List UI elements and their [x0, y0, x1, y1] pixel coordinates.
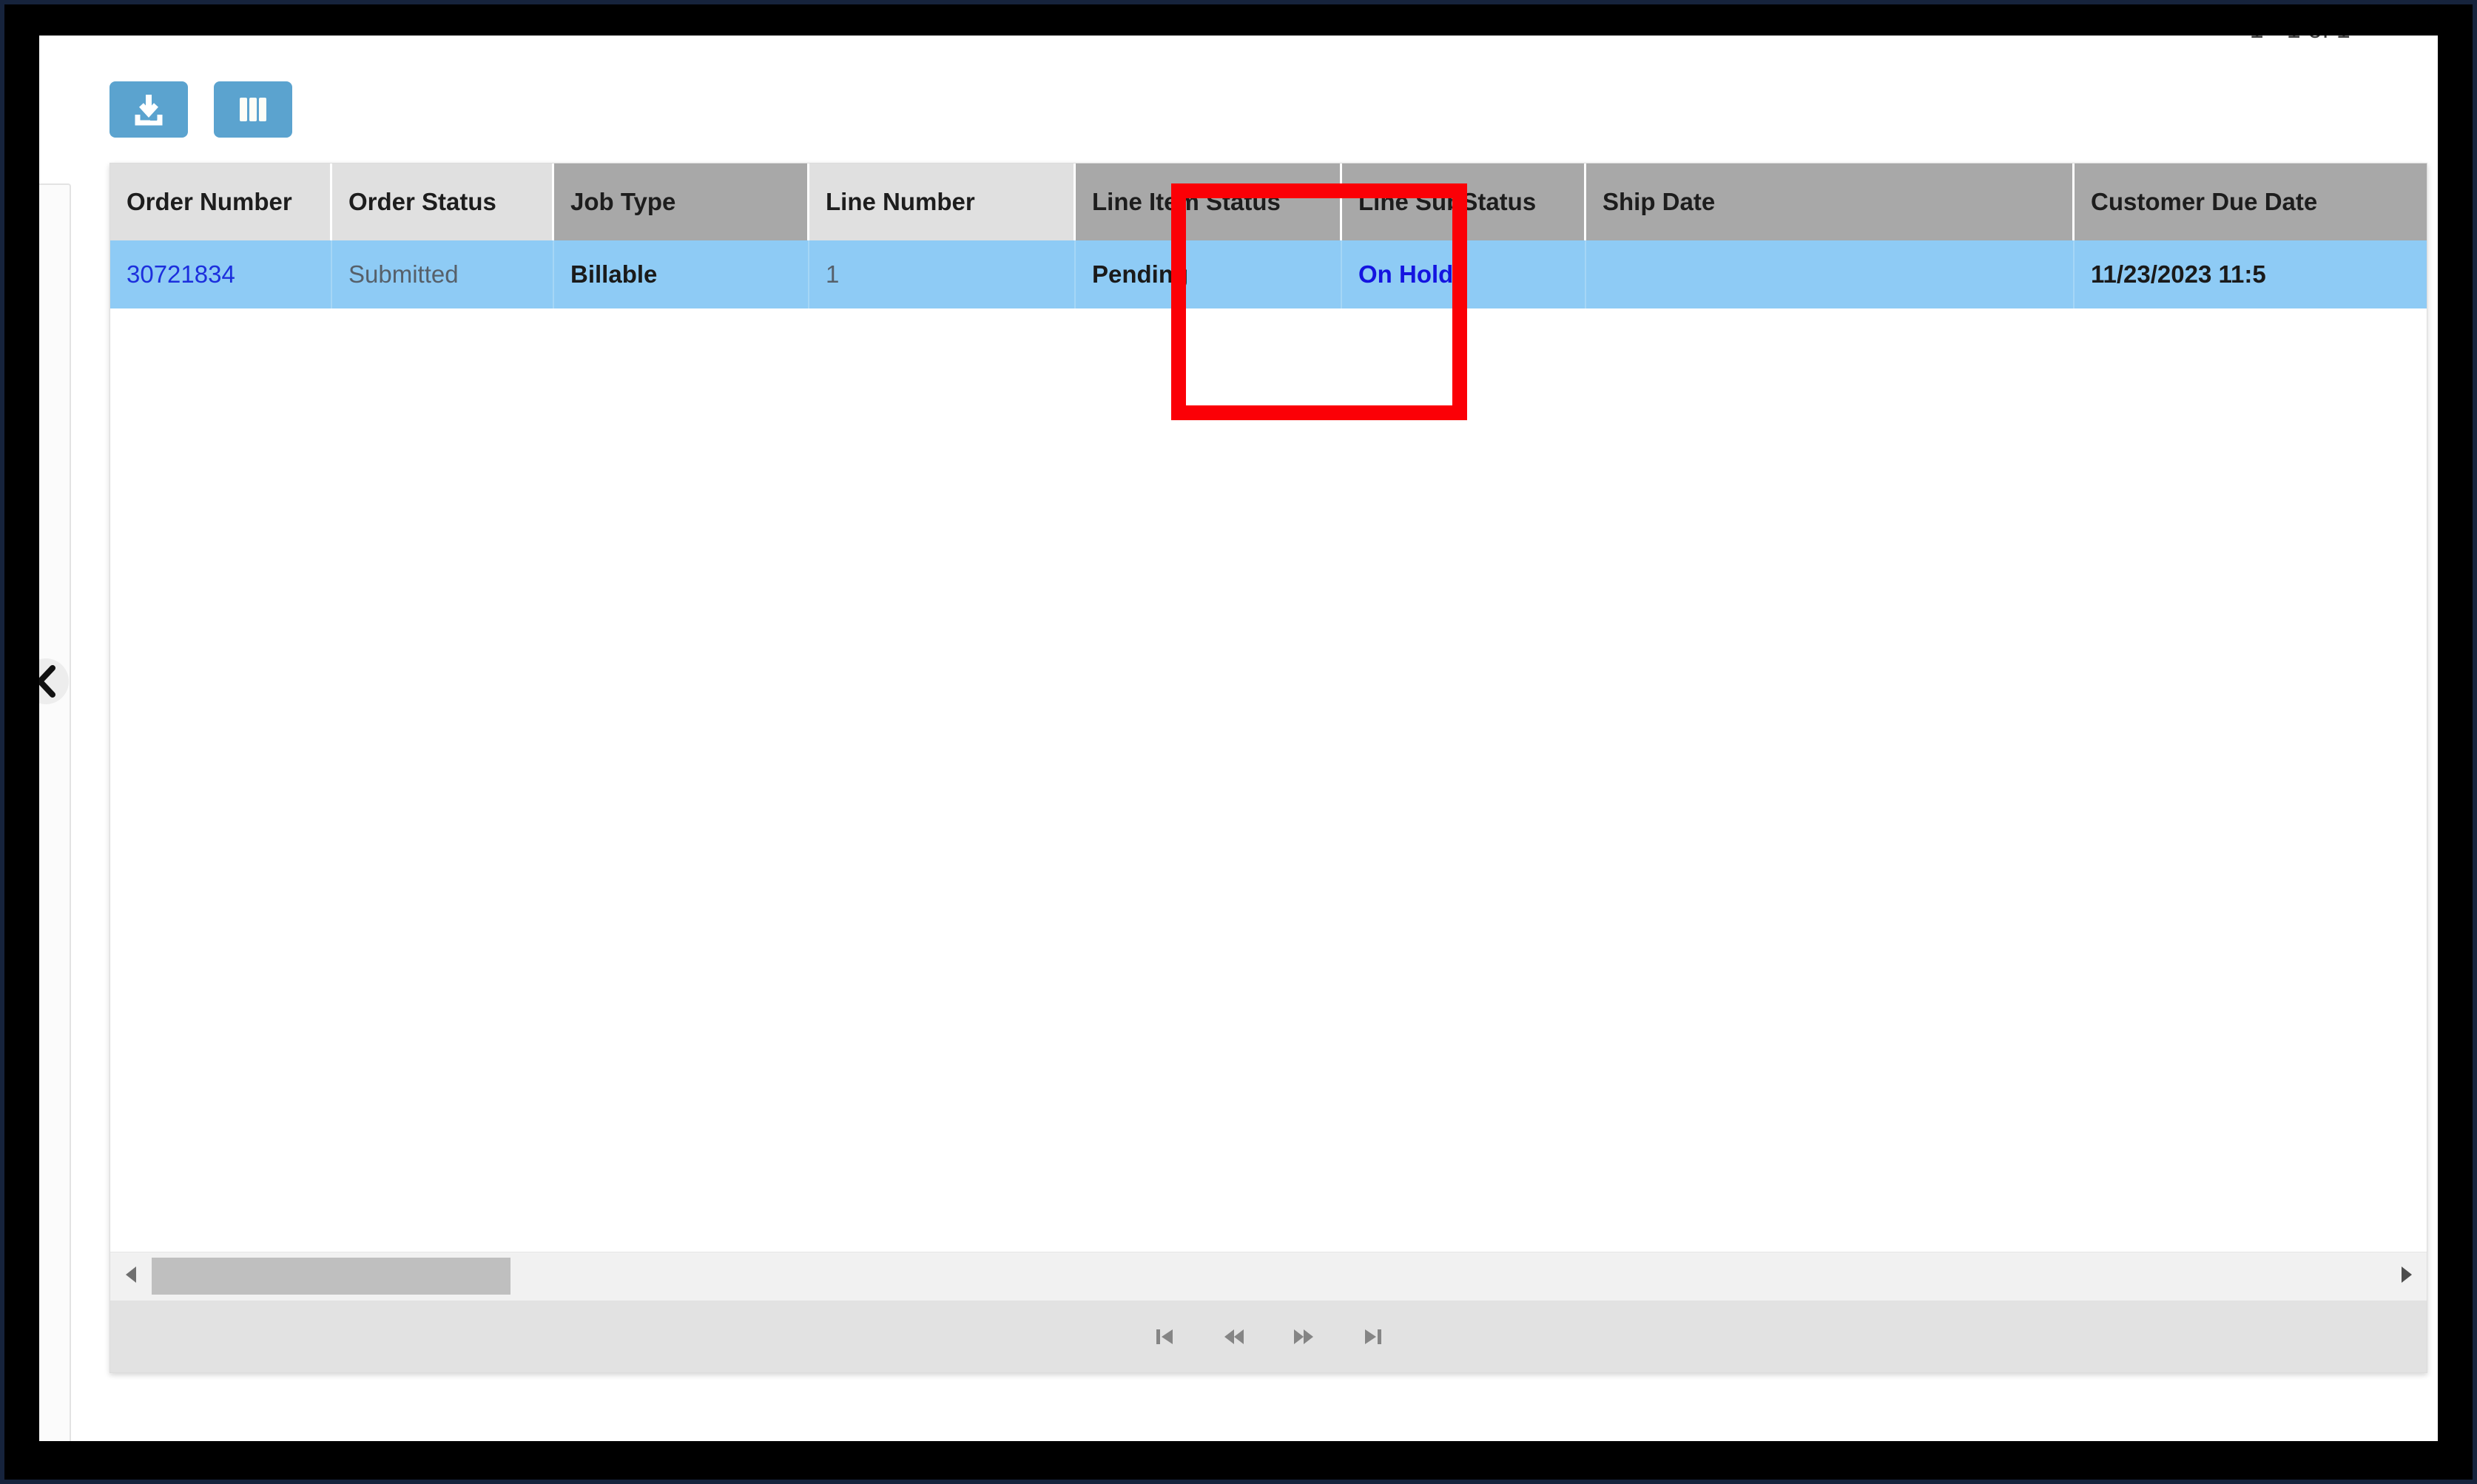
- cell-job-type: Billable: [554, 240, 809, 308]
- column-header-customer-due-date[interactable]: Customer Due Date: [2075, 163, 2427, 240]
- sidebar-collapse-button[interactable]: [39, 658, 69, 704]
- cell-customer-due-date: 11/23/2023 11:5: [2075, 240, 2427, 308]
- scrollbar-thumb[interactable]: [152, 1257, 510, 1295]
- column-header-ship-date[interactable]: Ship Date: [1586, 163, 2075, 240]
- column-header-line-number[interactable]: Line Number: [809, 163, 1076, 240]
- grid-body: 30721834 Submitted Billable 1 Pending On…: [110, 240, 2427, 1247]
- cell-order-number[interactable]: 30721834: [110, 240, 332, 308]
- scrollbar-track[interactable]: [152, 1252, 2385, 1301]
- skip-to-end-icon: [1361, 1326, 1385, 1348]
- last-page-button[interactable]: [1357, 1321, 1389, 1353]
- column-header-job-type[interactable]: Job Type: [554, 163, 809, 240]
- scroll-right-button[interactable]: [2385, 1252, 2427, 1301]
- download-icon: [132, 92, 166, 127]
- skip-to-start-icon: [1153, 1326, 1176, 1348]
- triangle-left-icon: [123, 1265, 139, 1288]
- column-header-order-status[interactable]: Order Status: [332, 163, 554, 240]
- grid-header-row: Order Number Order Status Job Type Line …: [110, 163, 2427, 240]
- column-header-order-number[interactable]: Order Number: [110, 163, 332, 240]
- sidebar-collapsed-strip: [39, 183, 71, 1441]
- app-viewport: 1 - 1 of 1: [39, 36, 2438, 1441]
- fast-forward-icon: [1292, 1326, 1315, 1348]
- cell-order-status: Submitted: [332, 240, 554, 308]
- first-page-button[interactable]: [1148, 1321, 1181, 1353]
- chevron-left-icon: [39, 665, 57, 698]
- cell-line-number: 1: [809, 240, 1076, 308]
- grid-toolbar: [109, 81, 292, 138]
- table-row[interactable]: 30721834 Submitted Billable 1 Pending On…: [110, 240, 2427, 308]
- pagination-bar: [110, 1301, 2427, 1372]
- cell-line-substatus[interactable]: On Hold: [1342, 240, 1586, 308]
- previous-page-button[interactable]: [1218, 1321, 1250, 1353]
- screenshot-frame: 1 - 1 of 1: [0, 0, 2477, 1484]
- record-counter: 1 - 1 of 1: [2250, 36, 2350, 44]
- cell-line-item-status: Pending: [1076, 240, 1342, 308]
- columns-icon: [236, 95, 270, 124]
- cell-ship-date: [1586, 240, 2075, 308]
- scroll-left-button[interactable]: [110, 1252, 152, 1301]
- orders-grid: Order Number Order Status Job Type Line …: [109, 163, 2427, 1373]
- triangle-right-icon: [2398, 1265, 2414, 1288]
- column-header-line-item-status[interactable]: Line Item Status: [1076, 163, 1342, 240]
- rewind-icon: [1222, 1326, 1246, 1348]
- choose-columns-button[interactable]: [214, 81, 292, 138]
- column-header-line-substatus[interactable]: Line SubStatus: [1342, 163, 1586, 240]
- next-page-button[interactable]: [1287, 1321, 1320, 1353]
- export-button[interactable]: [109, 81, 188, 138]
- horizontal-scrollbar[interactable]: [110, 1252, 2427, 1301]
